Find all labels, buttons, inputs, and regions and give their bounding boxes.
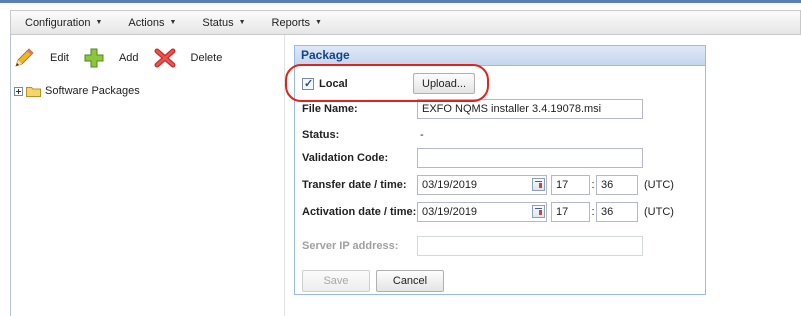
menu-reports[interactable]: Reports ▼ xyxy=(258,11,334,34)
transfer-timezone: (UTC) xyxy=(644,179,674,191)
add-button[interactable]: Add xyxy=(83,47,139,69)
upload-button[interactable]: Upload... xyxy=(413,73,476,94)
pencil-icon xyxy=(15,48,34,67)
validation-code-field[interactable] xyxy=(417,148,643,168)
activation-row: Activation date / time: : (UTC) xyxy=(302,202,674,222)
file-name-label: File Name: xyxy=(302,103,358,115)
server-ip-row: Server IP address: xyxy=(302,236,643,256)
form-actions: Save Cancel xyxy=(302,270,444,292)
checkmark-icon: ✓ xyxy=(304,77,314,90)
validation-code-label: Validation Code: xyxy=(302,152,389,164)
add-button-label: Add xyxy=(118,52,139,64)
server-ip-field[interactable] xyxy=(417,236,643,256)
file-name-row: File Name: xyxy=(302,99,643,119)
menu-actions-label: Actions xyxy=(128,16,165,29)
plus-icon xyxy=(84,48,104,68)
chevron-down-icon: ▼ xyxy=(315,19,322,26)
file-name-field[interactable] xyxy=(417,99,643,119)
validation-row: Validation Code: xyxy=(302,148,643,168)
save-button[interactable]: Save xyxy=(302,270,370,292)
folder-icon xyxy=(26,86,41,97)
menu-configuration[interactable]: Configuration ▼ xyxy=(11,11,114,34)
package-toolbar: Edit Add Delete xyxy=(12,36,284,80)
cancel-button[interactable]: Cancel xyxy=(376,270,444,292)
activation-timezone: (UTC) xyxy=(644,206,674,218)
transfer-minute-field[interactable] xyxy=(596,175,638,195)
delete-x-icon xyxy=(154,48,176,68)
delete-button-label: Delete xyxy=(190,52,223,64)
activation-date-field[interactable] xyxy=(417,202,547,222)
status-label: Status: xyxy=(302,129,340,141)
transfer-date-picker xyxy=(417,175,547,195)
menu-status-label: Status xyxy=(202,16,234,29)
chevron-down-icon: ▼ xyxy=(238,19,246,26)
local-checkbox[interactable]: ✓ xyxy=(302,77,314,90)
activation-date-picker xyxy=(417,202,547,222)
app-root: Configuration ▼ Actions ▼ Status ▼ Repor… xyxy=(0,0,801,316)
activation-minute-field[interactable] xyxy=(596,202,638,222)
delete-button[interactable]: Delete xyxy=(153,47,223,69)
transfer-hour-field[interactable] xyxy=(551,175,590,195)
tree-node-software-packages[interactable]: Software Packages xyxy=(14,85,140,97)
server-ip-label: Server IP address: xyxy=(302,240,399,252)
package-panel-title: Package xyxy=(295,46,705,66)
edit-button-label: Edit xyxy=(50,52,69,64)
panel-divider xyxy=(284,35,285,316)
chevron-down-icon: ▼ xyxy=(95,19,103,26)
activation-date-label: Activation date / time: xyxy=(302,206,417,218)
transfer-date-field[interactable] xyxy=(417,175,547,195)
menu-actions[interactable]: Actions ▼ xyxy=(114,11,188,34)
menu-reports-label: Reports xyxy=(271,16,311,29)
status-row: Status: - xyxy=(302,125,424,145)
chevron-down-icon: ▼ xyxy=(169,19,177,26)
menu-configuration-label: Configuration xyxy=(25,16,91,29)
transfer-date-label: Transfer date / time: xyxy=(302,179,407,191)
top-accent-bar xyxy=(0,0,801,3)
transfer-row: Transfer date / time: : (UTC) xyxy=(302,175,674,195)
menu-status[interactable]: Status ▼ xyxy=(188,11,257,34)
package-panel: Package ✓ Local Upload... File Name: Sta… xyxy=(294,45,706,295)
menu-bar: Configuration ▼ Actions ▼ Status ▼ Repor… xyxy=(10,10,801,35)
left-panel-border xyxy=(10,35,11,316)
expand-icon[interactable] xyxy=(14,86,23,96)
local-label: Local xyxy=(319,77,348,90)
status-value: - xyxy=(420,129,424,141)
local-row: ✓ Local Upload... xyxy=(302,73,476,94)
edit-button[interactable]: Edit xyxy=(12,47,69,69)
calendar-icon[interactable] xyxy=(532,178,545,191)
tree-node-label: Software Packages xyxy=(45,85,140,97)
calendar-icon[interactable] xyxy=(532,205,545,218)
activation-hour-field[interactable] xyxy=(551,202,590,222)
